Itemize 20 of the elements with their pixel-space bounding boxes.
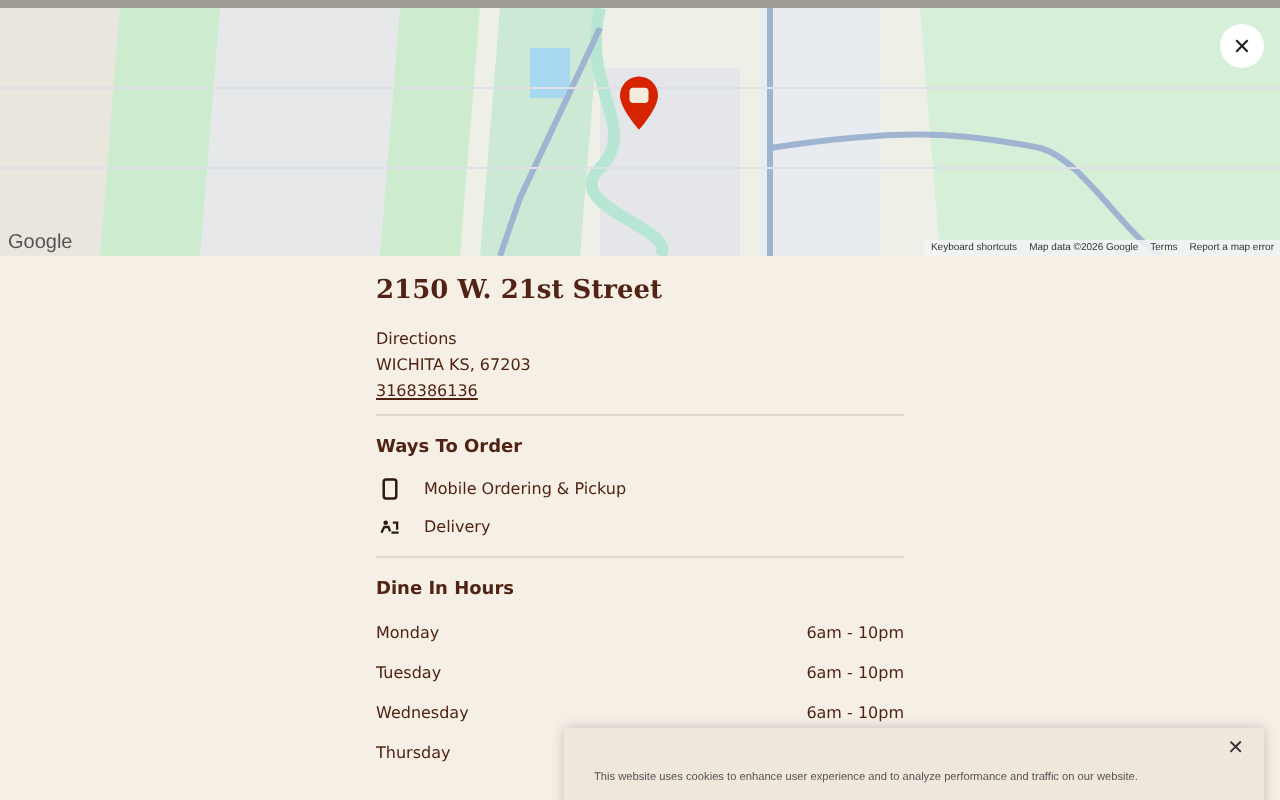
section-heading: Ways To Order: [376, 438, 525, 458]
phone-icon: [380, 478, 400, 500]
day-label: Thursday: [376, 743, 451, 761]
day-label: Wednesday: [376, 703, 469, 721]
city-text: WICHITA KS, 67203: [376, 354, 531, 378]
pin-icon[interactable]: [620, 76, 658, 130]
day-label: Monday: [376, 623, 440, 641]
order-option: Delivery: [424, 518, 491, 536]
hours-text: 6am - 10pm: [806, 663, 904, 681]
directions-link[interactable]: Directions: [376, 326, 457, 352]
store-address-title: 2150 W. 21st Street: [376, 276, 665, 306]
section-heading: Dine In Hours: [376, 580, 517, 600]
close-button[interactable]: ✕: [1227, 738, 1244, 760]
phone-link[interactable]: 3168386136: [376, 378, 478, 404]
hours-text: 6am - 10pm: [806, 703, 904, 721]
hours-text: 6am - 10pm: [806, 623, 904, 641]
order-option: Mobile Ordering & Pickup: [424, 480, 627, 498]
day-label: Tuesday: [376, 663, 442, 681]
delivery-icon: [380, 516, 400, 538]
map-logo: Google: [8, 232, 73, 254]
